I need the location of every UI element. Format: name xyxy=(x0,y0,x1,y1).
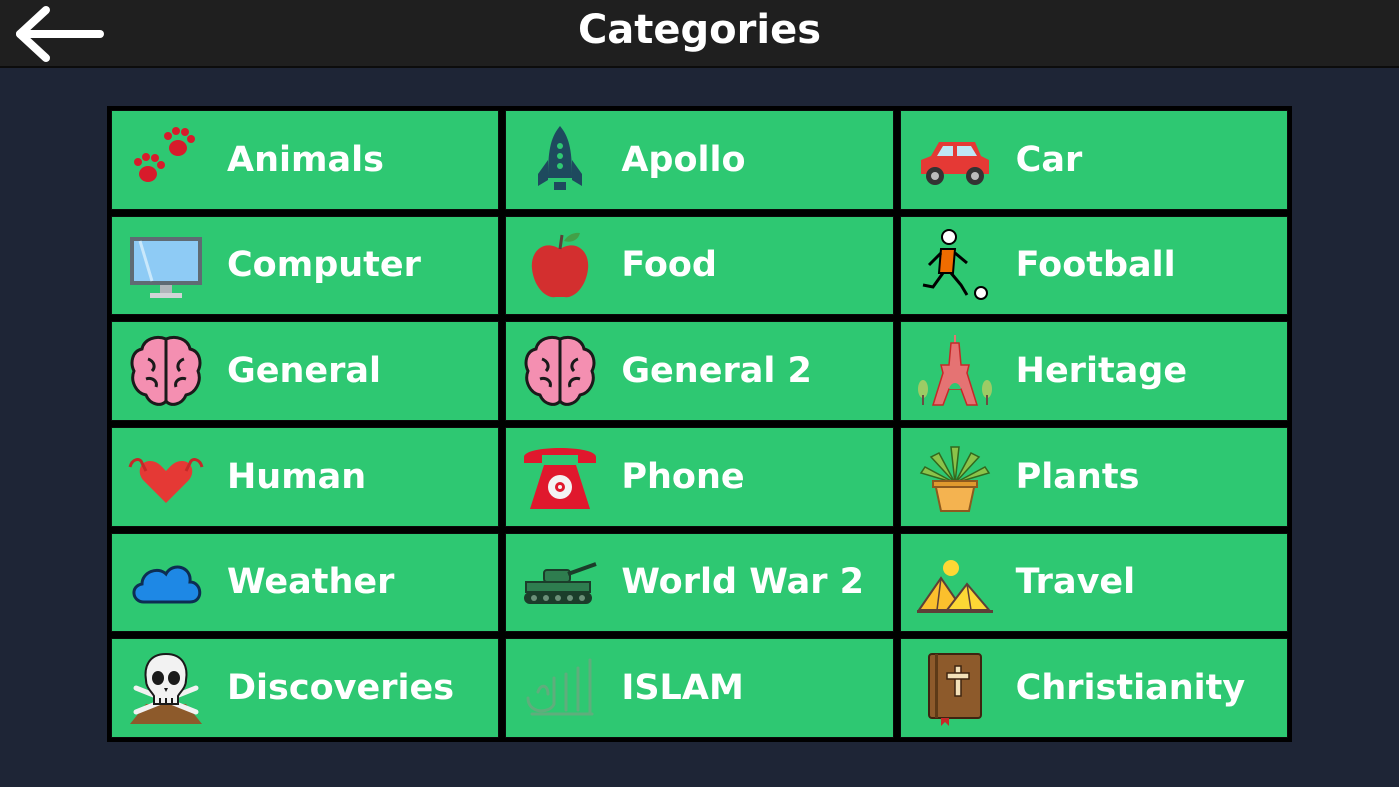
category-label: ISLAM xyxy=(621,668,744,709)
category-tile-phone[interactable]: Phone xyxy=(505,426,894,527)
potted-plant-icon xyxy=(915,437,995,517)
category-tile-weather[interactable]: Weather xyxy=(111,532,500,633)
category-label: Discoveries xyxy=(227,668,455,709)
category-tile-travel[interactable]: Travel xyxy=(899,532,1288,633)
category-tile-human[interactable]: Human xyxy=(111,426,500,527)
monitor-icon xyxy=(126,225,206,305)
category-label: Football xyxy=(1015,245,1176,286)
category-tile-plants[interactable]: Plants xyxy=(899,426,1288,527)
category-label: Animals xyxy=(227,139,384,180)
category-tile-general-2[interactable]: General 2 xyxy=(505,321,894,421)
brain-icon xyxy=(520,331,600,411)
category-tile-football[interactable]: Football xyxy=(899,215,1288,316)
football-player-icon xyxy=(915,225,995,305)
top-bar: Categories xyxy=(0,0,1399,68)
category-label: World War 2 xyxy=(621,562,865,603)
category-label: Plants xyxy=(1015,456,1140,497)
skull-crossbones-icon xyxy=(126,648,206,728)
rocket-icon xyxy=(520,120,600,200)
category-label: Apollo xyxy=(621,139,746,180)
page-title: Categories xyxy=(577,7,822,53)
bible-icon xyxy=(915,648,995,728)
heart-biceps-icon xyxy=(126,437,206,517)
eiffel-tower-icon xyxy=(915,331,995,411)
brain-icon xyxy=(126,331,206,411)
category-label: Travel xyxy=(1015,562,1136,603)
category-tile-food[interactable]: Food xyxy=(505,215,894,316)
allah-calligraphy-icon xyxy=(520,648,600,728)
category-tile-computer[interactable]: Computer xyxy=(111,215,500,316)
category-tile-general[interactable]: General xyxy=(111,321,500,421)
category-tile-animals[interactable]: Animals xyxy=(111,110,500,210)
category-label: Computer xyxy=(227,245,421,286)
category-grid: Animals Apollo Car Computer Food Footbal… xyxy=(107,106,1292,742)
category-label: Phone xyxy=(621,456,745,497)
telephone-icon xyxy=(520,437,600,517)
car-icon xyxy=(915,120,995,200)
category-label: General 2 xyxy=(621,351,812,392)
category-tile-islam[interactable]: ISLAM xyxy=(505,638,894,738)
category-label: Car xyxy=(1015,139,1083,180)
category-tile-apollo[interactable]: Apollo xyxy=(505,110,894,210)
pyramids-icon xyxy=(915,542,995,622)
category-tile-world-war-2[interactable]: World War 2 xyxy=(505,532,894,633)
category-label: Food xyxy=(621,245,717,286)
category-tile-car[interactable]: Car xyxy=(899,110,1288,210)
category-label: Human xyxy=(227,456,367,497)
category-tile-heritage[interactable]: Heritage xyxy=(899,321,1288,421)
category-label: Christianity xyxy=(1015,668,1246,709)
category-label: General xyxy=(227,351,381,392)
category-label: Weather xyxy=(227,562,395,603)
category-label: Heritage xyxy=(1015,351,1188,392)
cloud-icon xyxy=(126,542,206,622)
tank-icon xyxy=(520,542,600,622)
paw-prints-icon xyxy=(126,120,206,200)
category-tile-christianity[interactable]: Christianity xyxy=(899,638,1288,738)
apple-icon xyxy=(520,225,600,305)
category-tile-discoveries[interactable]: Discoveries xyxy=(111,638,500,738)
